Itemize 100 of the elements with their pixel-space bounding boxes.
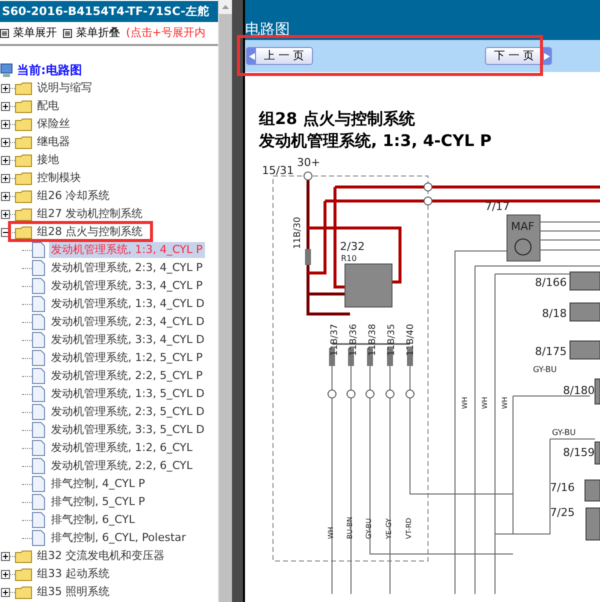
diagram-label: 7/16 — [550, 481, 575, 494]
diagram-label: 11B/40 — [406, 324, 416, 356]
folder-icon — [15, 136, 32, 148]
document-icon — [32, 458, 45, 474]
diagram-label: 11B/38 — [368, 324, 378, 356]
diagram-label: 15/31 — [262, 164, 294, 177]
document-icon — [32, 530, 45, 546]
document-icon — [32, 278, 45, 294]
diagram-heading: 发动机管理系统, 1:3, 4-CYL P — [259, 130, 493, 152]
tree-item[interactable]: 发动机管理系统, 2:3, 4_CYL P — [49, 260, 205, 276]
computer-icon — [0, 62, 13, 78]
tree-folder[interactable]: 控制模块 — [37, 170, 81, 186]
menu-button[interactable]: 菜单折叠 — [63, 24, 120, 42]
diagram-label: 8/18 — [542, 307, 567, 320]
document-icon — [32, 332, 45, 348]
document-icon — [32, 494, 45, 510]
diagram-label: 8/166 — [535, 276, 567, 289]
left-arrow-icon — [248, 52, 254, 60]
tree-folder[interactable]: 组33 起动系统 — [37, 566, 110, 582]
diagram-label: GY-BU — [552, 428, 576, 437]
document-icon — [32, 512, 45, 528]
folder-icon — [15, 190, 32, 202]
tree-folder[interactable]: 组28 点火与控制系统 — [37, 224, 142, 240]
tree-item[interactable]: 发动机管理系统, 1:3, 5_CYL D — [49, 386, 206, 402]
hint-text: (点击+号展开内 — [126, 24, 206, 41]
diagram-label: 8/175 — [535, 345, 567, 358]
current-location: 当前:电路图 — [17, 62, 82, 79]
document-icon — [32, 476, 45, 492]
folder-icon — [15, 568, 32, 580]
scroll-up-icon — [222, 5, 229, 9]
tree-item[interactable]: 排气控制, 5_CYL P — [49, 494, 147, 510]
diagram-label: 8/180 — [563, 384, 595, 397]
diagram-label: 11B/37 — [330, 324, 340, 356]
right-arrow-icon — [544, 52, 550, 60]
diagram-label: 30+ — [297, 156, 320, 169]
document-icon — [32, 404, 45, 420]
tree-item[interactable]: 发动机管理系统, 1:3, 4_CYL D — [49, 296, 206, 312]
diagram-label: 11B/30 — [293, 216, 303, 249]
diagram-label: GY-BU — [533, 365, 557, 374]
document-icon — [32, 440, 45, 456]
tree-item[interactable]: 发动机管理系统, 3:3, 4_CYL D — [49, 332, 206, 348]
document-icon — [32, 386, 45, 402]
expand-toggle[interactable] — [1, 192, 10, 200]
document-icon — [32, 422, 45, 438]
tree-item[interactable]: 排气控制, 6_CYL — [49, 512, 137, 528]
scrollbar[interactable] — [218, 0, 232, 602]
tree-folder[interactable]: 保险丝 — [37, 116, 70, 132]
expand-toggle[interactable] — [1, 102, 10, 110]
folder-icon — [15, 226, 32, 238]
tree-item[interactable]: 发动机管理系统, 2:3, 5_CYL D — [49, 404, 206, 420]
document-icon — [32, 368, 45, 384]
tree-folder[interactable]: 组27 发动机控制系统 — [37, 206, 142, 222]
tree-folder[interactable]: 说明与缩写 — [37, 80, 92, 96]
tree-folder[interactable]: 组32 交流发电机和变压器 — [37, 548, 164, 564]
document-icon — [32, 296, 45, 312]
document-icon — [32, 260, 45, 276]
diagram-label: 2/32 — [340, 240, 365, 253]
expand-toggle[interactable] — [1, 570, 10, 578]
tree-folder[interactable]: 继电器 — [37, 134, 70, 150]
document-icon — [32, 314, 45, 330]
tree-item[interactable]: 发动机管理系统, 3:3, 5_CYL D — [49, 422, 206, 438]
tree-item[interactable]: 排气控制, 4_CYL P — [49, 476, 147, 492]
folder-icon — [15, 100, 32, 112]
tree-folder[interactable]: 组26 冷却系统 — [37, 188, 110, 204]
diagram-label: 11B/36 — [349, 324, 359, 356]
expand-toggle[interactable] — [1, 84, 10, 92]
tree-folder[interactable]: 配电 — [37, 98, 59, 114]
diagram-label: 11B/35 — [387, 324, 397, 356]
diagram-label: 7/17 — [485, 200, 510, 213]
tree-folder[interactable]: 组35 照明系统 — [37, 584, 110, 600]
menu-button[interactable]: 菜单展开 — [0, 24, 57, 42]
expand-toggle[interactable] — [1, 210, 10, 218]
diagram-heading: 组28 点火与控制系统 — [259, 108, 416, 130]
folder-icon — [15, 118, 32, 130]
tree-item[interactable]: 发动机管理系统, 2:3, 4_CYL D — [49, 314, 206, 330]
tree-item[interactable]: 发动机管理系统, 1:2, 5_CYL P — [49, 350, 205, 366]
tree-folder[interactable]: 接地 — [37, 152, 59, 168]
expand-toggle[interactable] — [1, 156, 10, 164]
document-icon — [32, 242, 45, 258]
document-icon — [32, 350, 45, 366]
expand-toggle[interactable] — [1, 174, 10, 182]
tree-item[interactable]: 发动机管理系统, 1:2, 6_CYL — [49, 440, 195, 456]
next-page-button[interactable]: 下 一 页 — [485, 47, 552, 65]
diagram-label: 7/25 — [550, 506, 575, 519]
expand-toggle[interactable] — [1, 120, 10, 128]
tree-item[interactable]: 发动机管理系统, 3:3, 4_CYL P — [49, 278, 205, 294]
tree-item[interactable]: 排气控制, 6_CYL, Polestar — [49, 530, 188, 546]
expand-toggle[interactable] — [1, 552, 10, 560]
tree-item[interactable]: 发动机管理系统, 2:2, 5_CYL P — [49, 368, 205, 384]
diagram-label: MAF — [511, 220, 534, 233]
sidebar-title: S60-2016-B4154T4-TF-71SC-左舵 — [0, 1, 218, 22]
tree-item[interactable]: 发动机管理系统, 2:2, 6_CYL — [49, 458, 195, 474]
folder-icon — [15, 172, 32, 184]
folder-icon — [15, 82, 32, 94]
expand-toggle[interactable] — [1, 588, 10, 596]
diagram-label: R10 — [341, 254, 357, 263]
folder-icon — [15, 208, 32, 220]
folder-icon — [15, 550, 32, 562]
previous-page-button[interactable]: 上 一 页 — [246, 47, 313, 65]
expand-toggle[interactable] — [1, 138, 10, 146]
